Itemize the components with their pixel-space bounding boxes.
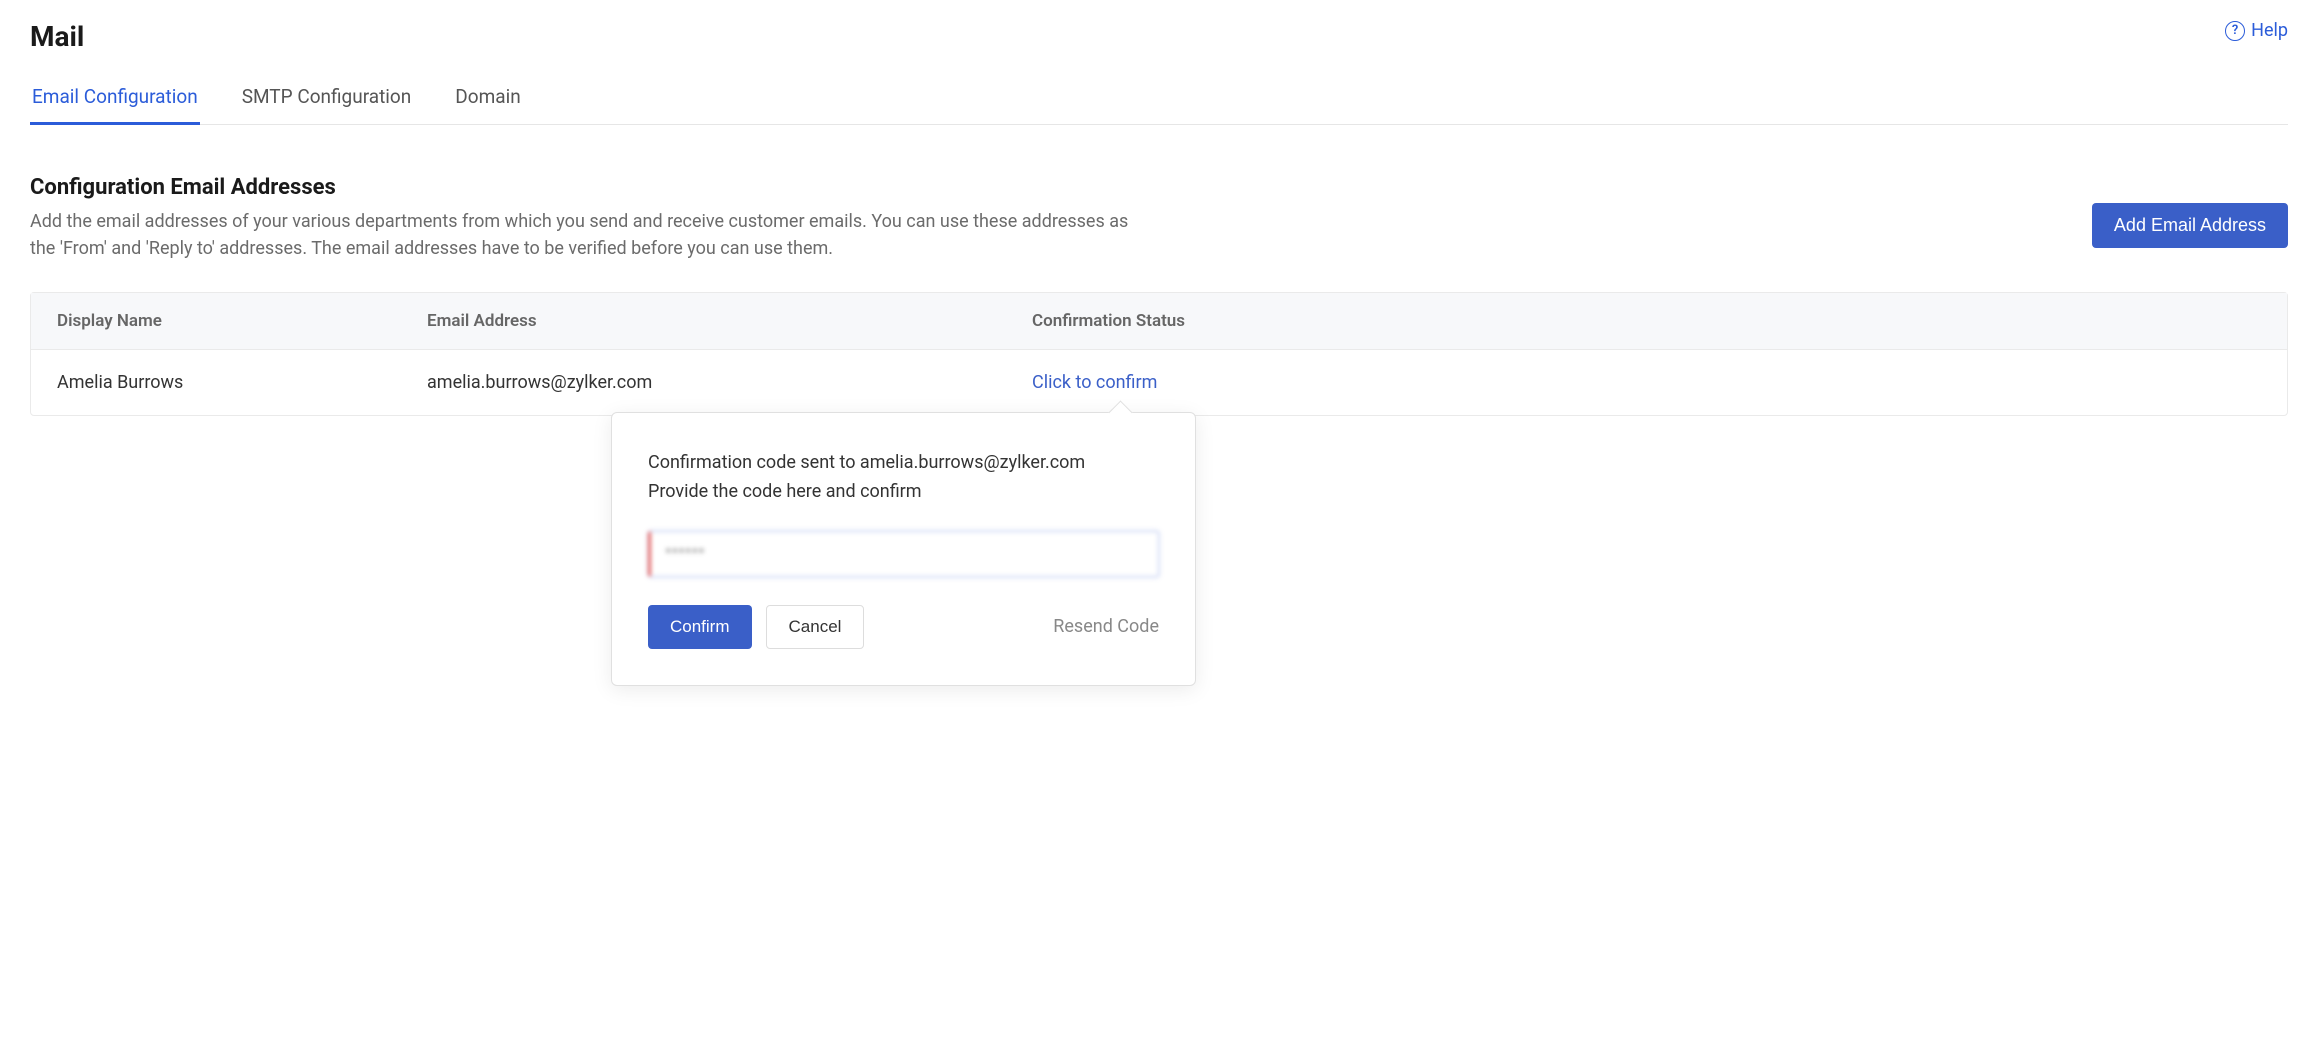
help-link[interactable]: ? Help [2225, 20, 2288, 41]
tabs: Email Configuration SMTP Configuration D… [30, 73, 2288, 125]
resend-code-link[interactable]: Resend Code [1053, 616, 1159, 637]
tab-domain[interactable]: Domain [453, 73, 522, 124]
cancel-button[interactable]: Cancel [766, 605, 865, 649]
click-to-confirm-link[interactable]: Click to confirm [1032, 372, 1157, 393]
section-heading: Configuration Email Addresses [30, 175, 1130, 200]
table-row: Amelia Burrows amelia.burrows@zylker.com… [31, 350, 2287, 415]
col-header-confirmation-status: Confirmation Status [1032, 311, 2261, 331]
confirmation-popover: Confirmation code sent to amelia.burrows… [611, 412, 1196, 686]
email-table: Display Name Email Address Confirmation … [30, 292, 2288, 416]
add-email-address-button[interactable]: Add Email Address [2092, 203, 2288, 248]
cell-email-address: amelia.burrows@zylker.com [427, 372, 1032, 393]
popover-line1: Confirmation code sent to amelia.burrows… [648, 449, 1159, 478]
tab-email-configuration[interactable]: Email Configuration [30, 73, 200, 124]
confirm-button[interactable]: Confirm [648, 605, 752, 649]
col-header-email-address: Email Address [427, 311, 1032, 331]
section-description: Add the email addresses of your various … [30, 208, 1130, 262]
col-header-display-name: Display Name [57, 311, 427, 331]
tab-smtp-configuration[interactable]: SMTP Configuration [240, 73, 414, 124]
popover-line2: Provide the code here and confirm [648, 478, 1159, 507]
page-title: Mail [30, 20, 84, 53]
help-label: Help [2251, 20, 2288, 41]
confirmation-code-input[interactable] [648, 531, 1159, 577]
table-header: Display Name Email Address Confirmation … [31, 293, 2287, 350]
cell-display-name: Amelia Burrows [57, 372, 427, 393]
help-icon: ? [2225, 21, 2245, 41]
